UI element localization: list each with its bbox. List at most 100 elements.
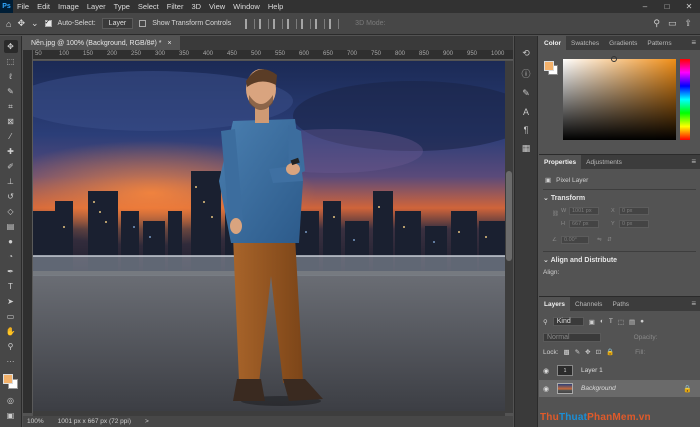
healing-brush-icon[interactable]: ✚ [4, 145, 18, 158]
layer-name[interactable]: Layer 1 [581, 367, 603, 374]
foreground-color[interactable] [2, 374, 13, 384]
layer-row-layer1[interactable]: ◉ 1 Layer 1 [539, 362, 700, 379]
lock-position-icon[interactable]: ✥ [585, 348, 590, 356]
angle-field[interactable]: 0.00° [561, 236, 589, 244]
artboard-icon[interactable]: ⊡ [596, 348, 601, 356]
minimize-button[interactable]: – [634, 2, 656, 11]
pen-tool-icon[interactable]: ✒ [4, 265, 18, 278]
gradient-tool-icon[interactable]: ▤ [4, 220, 18, 233]
menu-view[interactable]: View [205, 2, 229, 11]
tab-layers[interactable]: Layers [539, 297, 570, 311]
hand-tool-icon[interactable]: ✋ [4, 325, 18, 338]
panel-menu-icon[interactable]: ≡ [691, 299, 696, 308]
menu-file[interactable]: File [13, 2, 33, 11]
align-middle-icon[interactable] [301, 18, 312, 29]
vertical-ruler[interactable] [23, 50, 33, 413]
panel-foreground-swatch[interactable] [544, 61, 554, 71]
move-tool-icon[interactable]: ✥ [17, 18, 25, 29]
search-icon[interactable]: ⚲ [653, 18, 660, 29]
layer-name[interactable]: Background [581, 385, 616, 392]
workspace-icon[interactable]: ▭ [668, 18, 677, 29]
w-field[interactable]: 1001 px [569, 207, 599, 215]
photoshop-logo[interactable]: Ps [0, 0, 13, 13]
screen-mode-icon[interactable]: ▣ [4, 409, 18, 422]
eraser-tool-icon[interactable]: ◇ [4, 205, 18, 218]
blur-tool-icon[interactable]: ● [4, 235, 18, 248]
menu-type[interactable]: Type [110, 2, 134, 11]
maximize-button[interactable]: □ [656, 2, 678, 11]
filter-adjust-icon[interactable]: ◐ [600, 318, 604, 325]
document-tab[interactable]: Nền.jpg @ 100% (Background, RGB/8#) * × [23, 36, 180, 50]
align-top-icon[interactable] [287, 18, 298, 29]
eye-icon[interactable]: ◉ [539, 367, 553, 375]
tab-properties[interactable]: Properties [539, 155, 582, 169]
align-distribute-heading[interactable]: ⌄ Align and Distribute [543, 256, 617, 264]
lasso-tool-icon[interactable]: ℓ [4, 70, 18, 83]
scroll-thumb[interactable] [506, 171, 512, 261]
frame-tool-icon[interactable]: ⊠ [4, 115, 18, 128]
dodge-tool-icon[interactable]: ◔ [4, 250, 18, 263]
history-icon[interactable]: ⟲ [522, 48, 530, 59]
panel-menu-icon[interactable]: ≡ [691, 38, 696, 47]
quick-mask-icon[interactable]: ◎ [4, 394, 18, 407]
filter-type-icon[interactable]: T [609, 318, 613, 325]
character-icon[interactable]: A [523, 107, 529, 117]
marquee-tool-icon[interactable]: ⬚ [4, 55, 18, 68]
tab-gradients[interactable]: Gradients [604, 36, 642, 50]
link-icon[interactable]: ⛓ [552, 211, 559, 217]
paragraph-icon[interactable]: ¶ [524, 125, 529, 135]
more-tools-icon[interactable]: ··· [4, 355, 18, 368]
color-picker-cursor[interactable] [611, 56, 617, 62]
align-right-icon[interactable] [273, 18, 284, 29]
path-select-icon[interactable]: ➤ [4, 295, 18, 308]
stamp-tool-icon[interactable]: ⊥ [4, 175, 18, 188]
menu-filter[interactable]: Filter [163, 2, 188, 11]
tab-patterns[interactable]: Patterns [642, 36, 676, 50]
tab-adjustments[interactable]: Adjustments [581, 155, 627, 169]
panel-menu-icon[interactable]: ≡ [691, 157, 696, 166]
type-tool-icon[interactable]: T [4, 280, 18, 293]
color-picker-field[interactable] [563, 56, 676, 140]
align-center-icon[interactable] [259, 18, 270, 29]
filter-shape-icon[interactable]: ⬚ [618, 318, 624, 326]
info-icon[interactable]: ⓘ [521, 67, 530, 80]
eye-icon[interactable]: ◉ [539, 385, 553, 393]
blend-mode-dropdown[interactable]: Normal [543, 333, 601, 342]
tab-swatches[interactable]: Swatches [566, 36, 604, 50]
align-bottom-icon[interactable] [315, 18, 326, 29]
filter-toggle-icon[interactable]: ● [640, 318, 644, 325]
lock-all-icon[interactable]: 🔒 [606, 348, 614, 356]
menu-edit[interactable]: Edit [33, 2, 54, 11]
color-swatches[interactable] [2, 374, 19, 390]
tab-channels[interactable]: Channels [570, 297, 607, 311]
menu-layer[interactable]: Layer [83, 2, 110, 11]
tab-color[interactable]: Color [539, 36, 566, 50]
home-icon[interactable]: ⌂ [6, 19, 11, 29]
zoom-tool-icon[interactable]: ⚲ [4, 340, 18, 353]
horizontal-ruler[interactable]: 50 100 150 200 250 300 350 400 450 500 550 600 650 70… [33, 50, 513, 60]
document-canvas[interactable] [33, 61, 505, 411]
brush-tool-icon[interactable]: ✐ [4, 160, 18, 173]
libraries-icon[interactable]: ▦ [522, 143, 531, 154]
tab-paths[interactable]: Paths [607, 297, 634, 311]
lock-pixels-icon[interactable]: ✎ [575, 348, 580, 356]
filter-smart-icon[interactable]: ▤ [629, 318, 635, 326]
h-field[interactable]: 667 px [569, 220, 599, 228]
quick-select-tool-icon[interactable]: ✎ [4, 85, 18, 98]
menu-select[interactable]: Select [134, 2, 163, 11]
flip-vertical-icon[interactable]: ⇵ [607, 237, 612, 243]
auto-select-dropdown[interactable]: Layer [101, 18, 134, 29]
x-field[interactable]: 0 px [619, 207, 649, 215]
distribute-icon[interactable] [329, 18, 340, 29]
auto-select-checkbox[interactable] [44, 18, 52, 27]
move-tool-icon[interactable]: ✥ [3, 40, 18, 53]
eyedropper-tool-icon[interactable]: ⁄ [4, 130, 18, 143]
menu-help[interactable]: Help [264, 2, 287, 11]
layer-row-background[interactable]: ◉ Background 🔒 [539, 380, 700, 397]
shape-tool-icon[interactable]: ▭ [4, 310, 18, 323]
close-tab-icon[interactable]: × [167, 40, 171, 47]
flip-horizontal-icon[interactable]: ⇋ [597, 237, 602, 243]
filter-pixel-icon[interactable]: ▣ [589, 318, 595, 326]
status-arrow[interactable]: > [145, 418, 149, 425]
transform-heading[interactable]: ⌄ Transform [543, 194, 585, 202]
